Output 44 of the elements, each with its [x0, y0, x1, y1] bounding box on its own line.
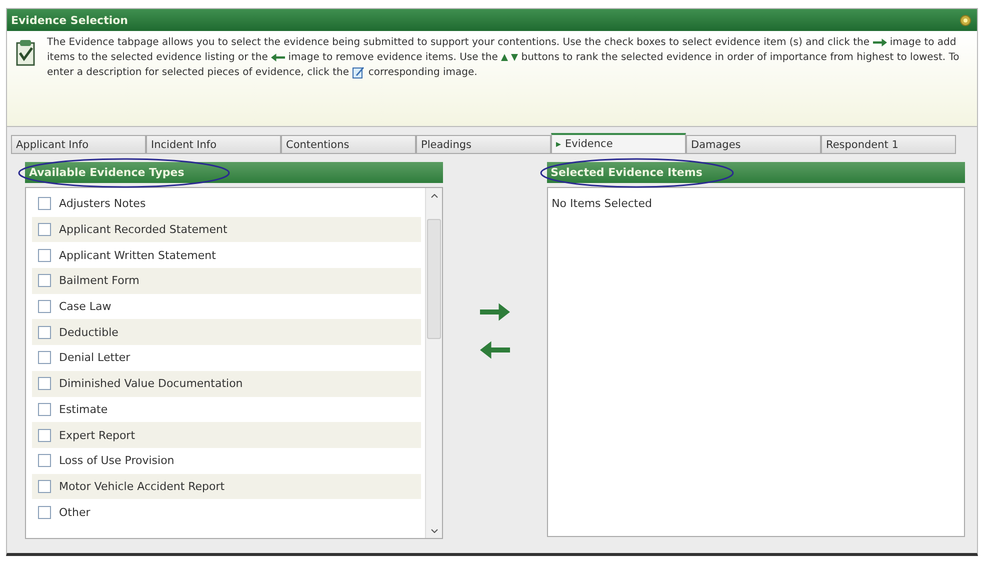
evidence-item[interactable]: Expert Report [32, 422, 422, 448]
checkbox[interactable] [38, 402, 51, 416]
tab[interactable]: Respondent 1 [821, 135, 956, 154]
evidence-item[interactable]: Applicant Recorded Statement [32, 216, 422, 242]
checkbox[interactable] [38, 428, 51, 442]
checkbox[interactable] [38, 480, 51, 493]
tab[interactable]: Applicant Info [11, 135, 146, 154]
arrow-left-icon[interactable] [480, 340, 510, 360]
arrow-left-icon [271, 52, 286, 62]
tab[interactable]: Damages [686, 135, 821, 154]
panel-title: Selected Evidence Items [550, 166, 702, 179]
checkbox[interactable] [38, 506, 51, 519]
arrow-right-icon[interactable] [480, 302, 510, 322]
checklist-icon [15, 39, 37, 67]
empty-message: No Items Selected [552, 197, 652, 210]
checkbox[interactable] [38, 197, 51, 210]
instructions-text: The Evidence tabpage allows you to select the evidence being submitted to support your contentions. Use the check boxes to select evidence item (s) and click the image to add items to the selected evidence listing or the image to remove evidence items. Use the buttons to rank the selected evidence in order of importance from highest to lowest. To enter a description for selected pieces of evidence, click the corresponding image. [47, 36, 960, 81]
scrollbar[interactable] [425, 188, 442, 538]
checkbox[interactable] [38, 223, 51, 236]
evidence-item[interactable]: Motor Vehicle Accident Report [32, 474, 422, 500]
evidence-item[interactable]: Bailment Form [32, 268, 422, 294]
tab[interactable]: Pleadings [416, 135, 551, 154]
checkbox[interactable] [38, 300, 51, 314]
triangle-down-icon [511, 54, 518, 61]
checkbox[interactable] [38, 351, 51, 364]
scroll-down-icon[interactable] [430, 528, 438, 532]
tab[interactable]: Evidence [551, 133, 686, 154]
edit-icon [352, 66, 366, 79]
checkbox[interactable] [38, 377, 51, 390]
tab[interactable]: Incident Info [146, 135, 281, 154]
evidence-item[interactable]: Diminished Value Documentation [32, 370, 422, 396]
scroll-up-icon[interactable] [430, 194, 438, 198]
evidence-item[interactable]: Deductible [32, 319, 422, 346]
checkbox[interactable] [38, 248, 51, 262]
panel-title: Available Evidence Types [29, 166, 184, 179]
checkbox[interactable] [38, 326, 51, 339]
bullet-icon [556, 142, 561, 146]
checkbox[interactable] [38, 454, 51, 468]
tab[interactable]: Contentions [281, 135, 416, 154]
window-title: Evidence Selection [11, 14, 128, 26]
triangle-up-icon [501, 54, 508, 61]
help-icon[interactable] [960, 14, 971, 26]
checkbox[interactable] [38, 274, 51, 288]
arrow-right-icon [872, 38, 887, 47]
